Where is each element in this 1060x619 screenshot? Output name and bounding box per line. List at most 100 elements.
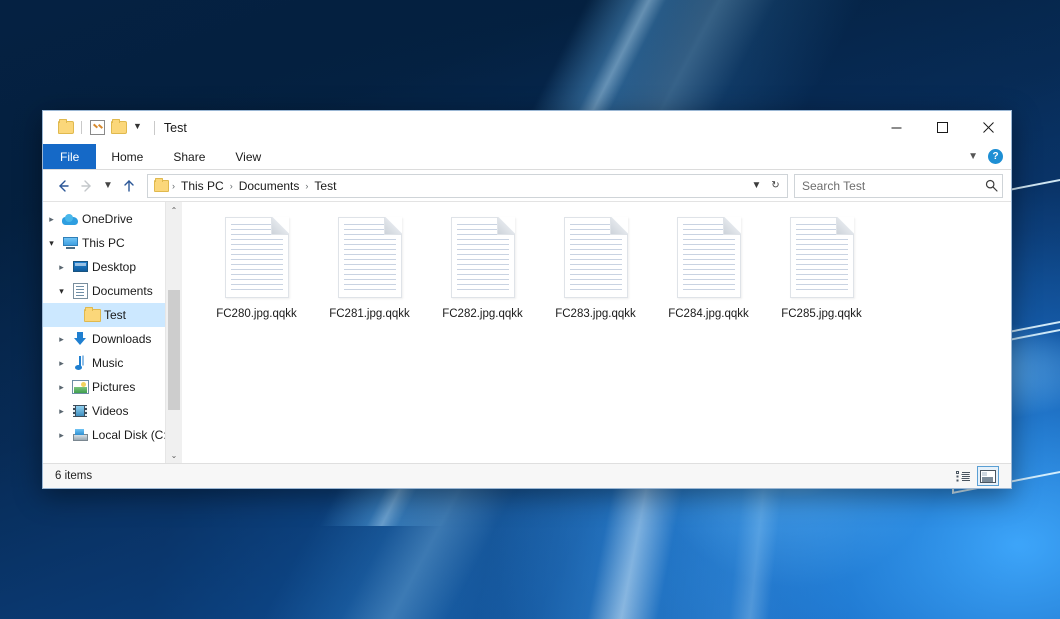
- document-icon: [70, 283, 90, 299]
- sidebar-item-pictures[interactable]: ▸ Pictures: [43, 375, 182, 399]
- breadcrumb-test[interactable]: Test: [311, 179, 339, 193]
- ribbon-tab-bar: File Home Share View ▼ ?: [43, 144, 1011, 170]
- window-body: ▸ OneDrive ▾ This PC ▸ Desktop ▾ Documen…: [43, 201, 1011, 463]
- item-count-label: 6 items: [49, 470, 92, 482]
- chevron-down-icon[interactable]: ▼: [968, 151, 978, 162]
- scroll-down-icon[interactable]: ⌄: [166, 447, 182, 463]
- scroll-up-icon[interactable]: ⌃: [166, 202, 182, 218]
- unknown-file-icon: [448, 214, 518, 301]
- pictures-icon: [70, 380, 90, 394]
- chevron-right-icon[interactable]: ▸: [43, 214, 60, 225]
- chevron-right-icon[interactable]: ▸: [53, 358, 70, 369]
- maximize-icon[interactable]: [919, 111, 965, 144]
- close-icon[interactable]: [965, 111, 1011, 144]
- chevron-down-icon[interactable]: ▼: [747, 176, 766, 196]
- sidebar-item-documents[interactable]: ▾ Documents: [43, 279, 182, 303]
- breadcrumb-separator: ›: [302, 181, 311, 191]
- window-title: Test: [154, 121, 187, 135]
- address-bar-tools: ▼ ↻: [747, 176, 785, 196]
- up-arrow-icon[interactable]: [117, 174, 141, 198]
- tab-file[interactable]: File: [43, 144, 96, 169]
- sidebar-item-label: Pictures: [90, 380, 135, 394]
- navigation-pane: ▸ OneDrive ▾ This PC ▸ Desktop ▾ Documen…: [43, 202, 182, 463]
- unknown-file-icon: [335, 214, 405, 301]
- sidebar-item-local-disk-c[interactable]: ▸ Local Disk (C:): [43, 423, 182, 447]
- sidebar-item-onedrive[interactable]: ▸ OneDrive: [43, 207, 182, 231]
- new-folder-icon[interactable]: [108, 117, 130, 139]
- large-icons-view-button[interactable]: [977, 466, 999, 486]
- sidebar-item-label: OneDrive: [80, 212, 133, 226]
- breadcrumb-separator: ›: [227, 181, 236, 191]
- sidebar-item-test[interactable]: Test: [43, 303, 182, 327]
- ribbon-right-controls: ▼ ?: [968, 144, 1011, 169]
- forward-arrow-icon: [75, 174, 99, 198]
- address-bar[interactable]: › This PC › Documents › Test ▼ ↻: [147, 174, 788, 198]
- breadcrumb-documents[interactable]: Documents: [236, 179, 303, 193]
- sidebar-item-videos[interactable]: ▸ Videos: [43, 399, 182, 423]
- file-explorer-window: ▼ Test File Home Share View ▼ ?: [42, 110, 1012, 489]
- sidebar-scrollbar[interactable]: ⌃ ⌄: [165, 202, 182, 463]
- recent-locations-icon[interactable]: ▼: [99, 174, 117, 198]
- sidebar-item-label: Music: [90, 356, 123, 370]
- view-buttons: [952, 466, 1005, 486]
- file-item[interactable]: FC281.jpg.qqkk: [313, 210, 426, 320]
- unknown-file-icon: [561, 214, 631, 301]
- minimize-icon[interactable]: [873, 111, 919, 144]
- file-item[interactable]: FC283.jpg.qqkk: [539, 210, 652, 320]
- computer-icon: [60, 237, 80, 249]
- folder-icon[interactable]: [55, 117, 77, 139]
- breadcrumb-this-pc[interactable]: This PC: [178, 179, 227, 193]
- details-view-button[interactable]: [952, 466, 974, 486]
- music-icon: [70, 356, 90, 370]
- folder-icon: [154, 180, 169, 192]
- sidebar-item-this-pc[interactable]: ▾ This PC: [43, 231, 182, 255]
- back-arrow-icon[interactable]: [51, 174, 75, 198]
- file-list-view[interactable]: FC280.jpg.qqkk FC281.jpg.qqkk FC282.jpg.…: [182, 202, 1011, 463]
- search-box[interactable]: Search Test: [794, 174, 1003, 198]
- sidebar-item-label: Test: [102, 308, 126, 322]
- sidebar-item-label: Desktop: [90, 260, 136, 274]
- file-item[interactable]: FC285.jpg.qqkk: [765, 210, 878, 320]
- scrollbar-thumb[interactable]: [168, 290, 180, 410]
- unknown-file-icon: [787, 214, 857, 301]
- disk-icon: [70, 429, 90, 441]
- sidebar-item-label: This PC: [80, 236, 125, 250]
- file-name: FC284.jpg.qqkk: [668, 308, 749, 320]
- tab-view[interactable]: View: [220, 144, 276, 169]
- sidebar-item-label: Local Disk (C:): [90, 428, 171, 442]
- tab-home[interactable]: Home: [96, 144, 158, 169]
- chevron-down-icon[interactable]: ▼: [130, 122, 145, 133]
- chevron-right-icon[interactable]: ▸: [53, 334, 70, 345]
- help-icon[interactable]: ?: [988, 149, 1003, 164]
- file-name: FC280.jpg.qqkk: [216, 308, 297, 320]
- sidebar-item-desktop[interactable]: ▸ Desktop: [43, 255, 182, 279]
- refresh-icon[interactable]: ↻: [766, 176, 785, 196]
- sidebar-item-label: Downloads: [90, 332, 151, 346]
- checkbox-checked-icon[interactable]: [86, 117, 108, 139]
- breadcrumb-separator: ›: [169, 181, 178, 191]
- sidebar-item-downloads[interactable]: ▸ Downloads: [43, 327, 182, 351]
- file-name: FC283.jpg.qqkk: [555, 308, 636, 320]
- search-input[interactable]: Search Test: [802, 179, 985, 193]
- file-item[interactable]: FC280.jpg.qqkk: [200, 210, 313, 320]
- toolbar-divider: [81, 121, 82, 134]
- desktop-icon: [70, 261, 90, 273]
- unknown-file-icon: [222, 214, 292, 301]
- file-name: FC281.jpg.qqkk: [329, 308, 410, 320]
- window-controls: [873, 111, 1011, 144]
- file-item[interactable]: FC284.jpg.qqkk: [652, 210, 765, 320]
- chevron-right-icon[interactable]: ▸: [53, 262, 70, 273]
- download-icon: [70, 332, 90, 346]
- sidebar-item-music[interactable]: ▸ Music: [43, 351, 182, 375]
- chevron-down-icon[interactable]: ▾: [53, 286, 70, 297]
- tab-share[interactable]: Share: [158, 144, 220, 169]
- folder-icon: [82, 309, 102, 322]
- chevron-right-icon[interactable]: ▸: [53, 406, 70, 417]
- file-item[interactable]: FC282.jpg.qqkk: [426, 210, 539, 320]
- chevron-right-icon[interactable]: ▸: [53, 382, 70, 393]
- unknown-file-icon: [674, 214, 744, 301]
- file-grid: FC280.jpg.qqkk FC281.jpg.qqkk FC282.jpg.…: [182, 202, 1011, 320]
- search-icon[interactable]: [985, 179, 998, 192]
- chevron-down-icon[interactable]: ▾: [43, 238, 60, 249]
- chevron-right-icon[interactable]: ▸: [53, 430, 70, 441]
